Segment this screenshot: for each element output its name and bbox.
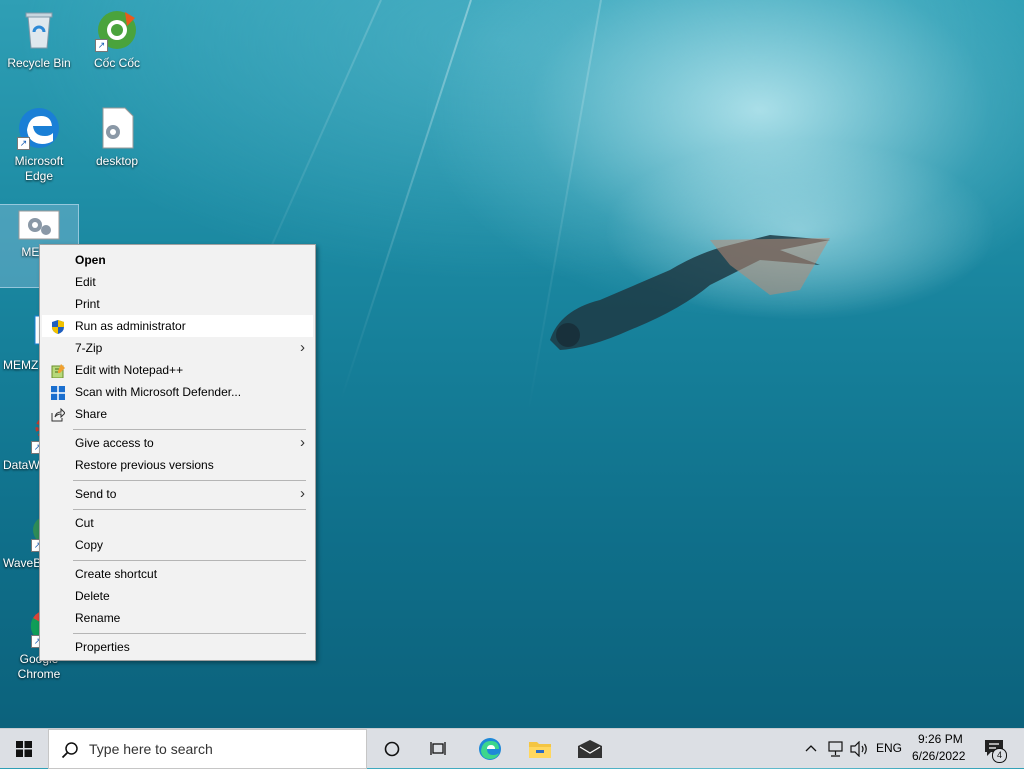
menu-item-label: Edit with Notepad++ bbox=[75, 363, 184, 377]
start-button[interactable] bbox=[0, 729, 48, 769]
menu-item-7zip[interactable]: 7-Zip › bbox=[42, 337, 313, 359]
menu-separator bbox=[73, 509, 306, 510]
menu-item-give-access-to[interactable]: Give access to › bbox=[42, 432, 313, 454]
shortcut-arrow-icon: ↗ bbox=[17, 137, 30, 150]
submenu-arrow-icon: › bbox=[300, 339, 305, 356]
clock-time: 9:26 PM bbox=[918, 732, 963, 746]
menu-item-rename[interactable]: Rename bbox=[42, 607, 313, 629]
start-icon bbox=[16, 741, 32, 757]
config-file-icon bbox=[95, 106, 139, 150]
menu-separator bbox=[73, 429, 306, 430]
menu-item-restore-previous-versions[interactable]: Restore previous versions bbox=[42, 454, 313, 476]
notification-count-badge: 4 bbox=[992, 748, 1007, 763]
menu-item-label: Copy bbox=[75, 538, 104, 552]
task-view-icon bbox=[430, 742, 446, 755]
menu-item-label: Print bbox=[75, 297, 100, 311]
clock-date: 6/26/2022 bbox=[912, 749, 966, 763]
menu-item-scan-with-defender[interactable]: Scan with Microsoft Defender... bbox=[42, 381, 313, 403]
taskbar-mail-button[interactable] bbox=[566, 729, 614, 769]
taskbar-search-box[interactable]: Type here to search bbox=[48, 729, 367, 769]
edge-legacy-icon: ↗ bbox=[17, 106, 61, 150]
action-center-button[interactable]: 4 bbox=[976, 729, 1016, 769]
menu-separator bbox=[73, 480, 306, 481]
menu-item-label: 7-Zip bbox=[75, 341, 103, 355]
menu-item-delete[interactable]: Delete bbox=[42, 585, 313, 607]
menu-item-run-as-administrator[interactable]: Run as administrator bbox=[42, 315, 313, 337]
context-menu: Open Edit Print Run as administrator 7-Z… bbox=[39, 244, 316, 661]
language-indicator: ENG bbox=[876, 741, 903, 755]
cortana-icon bbox=[384, 741, 400, 757]
menu-item-label: Properties bbox=[75, 640, 130, 654]
menu-item-print[interactable]: Print bbox=[42, 293, 313, 315]
taskbar-edge-button[interactable] bbox=[466, 729, 514, 769]
menu-item-edit[interactable]: Edit bbox=[42, 271, 313, 293]
menu-item-cut[interactable]: Cut bbox=[42, 512, 313, 534]
volume-button[interactable] bbox=[848, 729, 872, 769]
desktop-icon-label: desktop bbox=[95, 154, 139, 168]
submenu-arrow-icon: › bbox=[300, 485, 305, 502]
search-icon bbox=[61, 742, 78, 759]
menu-item-label: Delete bbox=[75, 589, 110, 603]
volume-icon bbox=[850, 741, 867, 757]
menu-item-label: Scan with Microsoft Defender... bbox=[75, 385, 242, 399]
uac-shield-icon bbox=[51, 319, 65, 334]
swimmer-image bbox=[550, 235, 830, 350]
mail-icon bbox=[578, 740, 602, 758]
search-placeholder: Type here to search bbox=[89, 741, 213, 757]
light-ray bbox=[340, 0, 472, 400]
edge-desktop-icon[interactable]: ↗ Microsoft Edge bbox=[0, 106, 78, 184]
menu-item-label: Create shortcut bbox=[75, 567, 158, 581]
recycle-bin-icon bbox=[17, 8, 61, 52]
edge-icon bbox=[479, 738, 501, 760]
menu-item-label: Open bbox=[75, 253, 106, 267]
menu-item-label: Cut bbox=[75, 516, 94, 530]
menu-item-create-shortcut[interactable]: Create shortcut bbox=[42, 563, 313, 585]
chevron-up-icon bbox=[805, 745, 817, 752]
notepad-plus-plus-icon bbox=[51, 363, 65, 379]
menu-item-label: Rename bbox=[75, 611, 121, 625]
menu-item-label: Send to bbox=[75, 487, 117, 501]
file-explorer-icon bbox=[529, 742, 551, 758]
network-button[interactable] bbox=[824, 729, 848, 769]
recycle-bin-desktop-icon[interactable]: Recycle Bin bbox=[0, 8, 78, 71]
show-hidden-icons-button[interactable] bbox=[800, 729, 822, 769]
menu-item-label: Run as administrator bbox=[75, 319, 186, 333]
taskbar: Type here to search ENG 9:26 PM 6/26/202… bbox=[0, 728, 1024, 769]
network-icon bbox=[828, 741, 843, 757]
menu-item-copy[interactable]: Copy bbox=[42, 534, 313, 556]
menu-item-label: Restore previous versions bbox=[75, 458, 214, 472]
settings-file-icon bbox=[17, 205, 61, 241]
menu-item-send-to[interactable]: Send to › bbox=[42, 483, 313, 505]
menu-item-label: Edit bbox=[75, 275, 96, 289]
desktop-file-icon[interactable]: desktop bbox=[78, 106, 156, 169]
shortcut-arrow-icon: ↗ bbox=[95, 39, 108, 52]
menu-item-label: Give access to bbox=[75, 436, 154, 450]
coccoc-icon: ↗ bbox=[95, 8, 139, 52]
menu-separator bbox=[73, 560, 306, 561]
menu-separator bbox=[73, 633, 306, 634]
submenu-arrow-icon: › bbox=[300, 434, 305, 451]
desktop-icon-label: Microsoft Edge bbox=[14, 154, 64, 183]
cortana-button[interactable] bbox=[370, 729, 414, 769]
desktop-icon-label: Cốc Cốc bbox=[93, 56, 140, 70]
menu-item-open[interactable]: Open bbox=[42, 249, 313, 271]
menu-item-share[interactable]: Share bbox=[42, 403, 313, 425]
menu-item-label: Share bbox=[75, 407, 108, 421]
coccoc-desktop-icon[interactable]: ↗ Cốc Cốc bbox=[78, 8, 156, 71]
desktop-icon-label: Recycle Bin bbox=[7, 56, 71, 70]
clock-button[interactable]: 9:26 PM 6/26/2022 bbox=[906, 729, 972, 769]
taskbar-file-explorer-button[interactable] bbox=[516, 729, 564, 769]
share-icon bbox=[51, 407, 66, 422]
menu-item-edit-with-notepad[interactable]: Edit with Notepad++ bbox=[42, 359, 313, 381]
input-language-button[interactable]: ENG bbox=[872, 729, 904, 769]
menu-item-properties[interactable]: Properties bbox=[42, 636, 313, 658]
task-view-button[interactable] bbox=[416, 729, 460, 769]
defender-shield-icon bbox=[51, 385, 65, 400]
